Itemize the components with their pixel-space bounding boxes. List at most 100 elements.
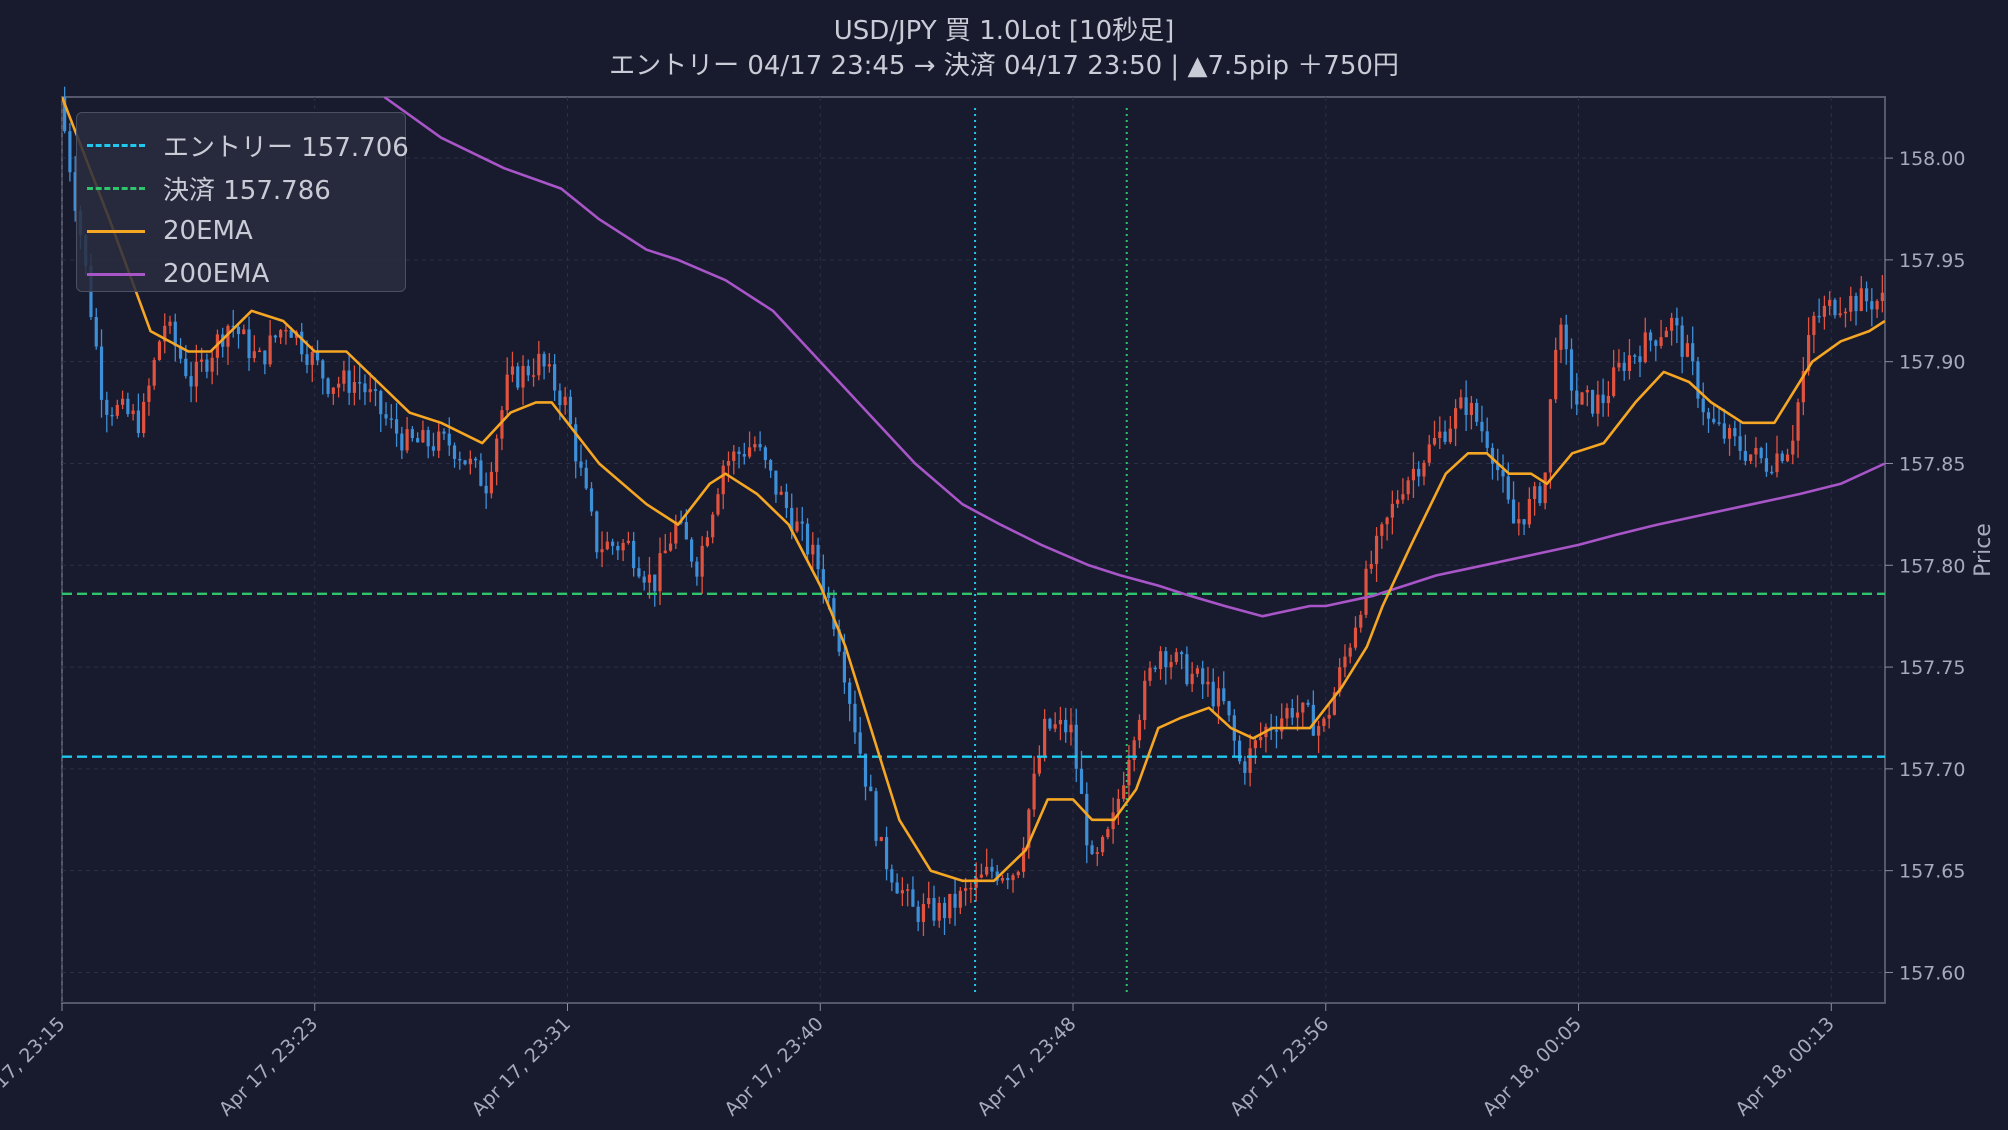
candle-body xyxy=(774,470,778,495)
candle-body xyxy=(816,544,820,570)
candle-body xyxy=(489,471,494,494)
candle-body xyxy=(1074,724,1078,769)
candle-body xyxy=(1733,428,1737,437)
candle-body xyxy=(1785,454,1790,462)
candle-body xyxy=(1243,761,1247,773)
candle-body xyxy=(1364,568,1368,615)
x-tick-label: Apr 18, 00:05 xyxy=(1479,1013,1586,1120)
candle-body xyxy=(916,906,920,922)
candle-body xyxy=(1032,773,1036,810)
candle-body xyxy=(1643,332,1647,363)
candle-body xyxy=(1685,343,1690,357)
candle-body xyxy=(1722,423,1726,439)
candle-body xyxy=(1106,829,1110,838)
candle-body xyxy=(1838,313,1842,316)
candle-body xyxy=(1717,422,1721,424)
candle-body xyxy=(1654,340,1658,346)
candle-body xyxy=(1127,759,1131,786)
candle-body xyxy=(742,454,746,457)
candle-body xyxy=(247,329,251,359)
candle-body xyxy=(184,358,188,377)
x-tick-label: Apr 18, 00:13 xyxy=(1731,1013,1838,1120)
candle-body xyxy=(1422,462,1426,477)
candle-body xyxy=(1727,428,1732,439)
y-tick-label: 157.70 xyxy=(1899,759,1965,781)
candle-body xyxy=(68,131,72,173)
candle-body xyxy=(1317,726,1321,736)
candle-body xyxy=(1348,647,1352,657)
candle-body xyxy=(863,753,868,787)
x-tick-label: Apr 17, 23:15 xyxy=(0,1013,70,1120)
candle-body xyxy=(1417,468,1421,477)
candle-body xyxy=(1137,720,1142,741)
candle-body xyxy=(884,837,889,870)
candle-body xyxy=(363,383,367,393)
candle-body xyxy=(547,364,551,367)
candle-body xyxy=(705,537,710,546)
candle-body xyxy=(700,545,704,577)
candle-body xyxy=(210,357,214,372)
candle-body xyxy=(1095,852,1099,854)
candle-body xyxy=(985,866,989,875)
candle-body xyxy=(1770,471,1774,474)
candle-body xyxy=(1585,389,1589,393)
candle-body xyxy=(1079,768,1084,794)
candle-body xyxy=(842,651,847,683)
candle-body xyxy=(595,511,599,553)
candle-body xyxy=(189,376,193,387)
candle-body xyxy=(136,410,140,434)
candle-body xyxy=(389,418,393,420)
legend-item-ema20: 20EMA xyxy=(77,211,253,251)
candle-body xyxy=(1696,361,1700,399)
candle-body xyxy=(273,335,277,338)
candle-body xyxy=(1501,470,1505,477)
candle-body xyxy=(668,543,673,551)
candle-body xyxy=(252,351,256,359)
candle-body xyxy=(426,430,430,447)
candle-body xyxy=(1201,668,1205,685)
legend-label-exit: 決済 157.786 xyxy=(163,175,331,206)
candle-body xyxy=(769,460,773,471)
candle-body xyxy=(1864,288,1869,302)
candle-body xyxy=(1527,498,1531,525)
candle-body xyxy=(637,568,641,577)
candle-body xyxy=(410,429,414,439)
candle-body xyxy=(1511,499,1516,524)
candle-body xyxy=(1606,395,1610,404)
candle-body xyxy=(1738,436,1742,451)
candle-body xyxy=(1675,317,1679,326)
candle-body xyxy=(1085,793,1089,846)
candle-body xyxy=(263,350,267,365)
candle-body xyxy=(1612,367,1616,396)
candle-body xyxy=(1058,719,1063,725)
candle-body xyxy=(1301,702,1305,713)
candle-body xyxy=(1180,652,1184,655)
candle-body xyxy=(373,389,378,391)
candle-body xyxy=(1396,499,1400,504)
y-axis-label: Price xyxy=(1971,523,1996,577)
candle-body xyxy=(1548,399,1553,473)
candle-body xyxy=(1090,845,1094,854)
candle-body xyxy=(94,317,98,347)
candle-body xyxy=(1875,301,1879,310)
candle-body xyxy=(458,458,462,461)
candle-body xyxy=(1812,315,1816,336)
candle-body xyxy=(1401,494,1405,500)
candle-body xyxy=(732,451,736,461)
candle-body xyxy=(110,414,114,417)
candle-body xyxy=(105,399,109,415)
candle-body xyxy=(1601,394,1605,404)
candle-body xyxy=(1759,447,1763,459)
candle-body xyxy=(1480,421,1484,432)
candle-body xyxy=(684,522,688,540)
candle-body xyxy=(1248,748,1252,773)
candle-body xyxy=(848,682,852,704)
candle-body xyxy=(721,465,725,495)
candle-body xyxy=(1880,292,1884,302)
candle-body xyxy=(495,438,499,472)
candle-body xyxy=(521,365,525,388)
candle-body xyxy=(384,414,388,419)
candle-body xyxy=(1517,519,1521,524)
candle-body xyxy=(1453,408,1458,429)
candle-body xyxy=(1295,712,1300,718)
